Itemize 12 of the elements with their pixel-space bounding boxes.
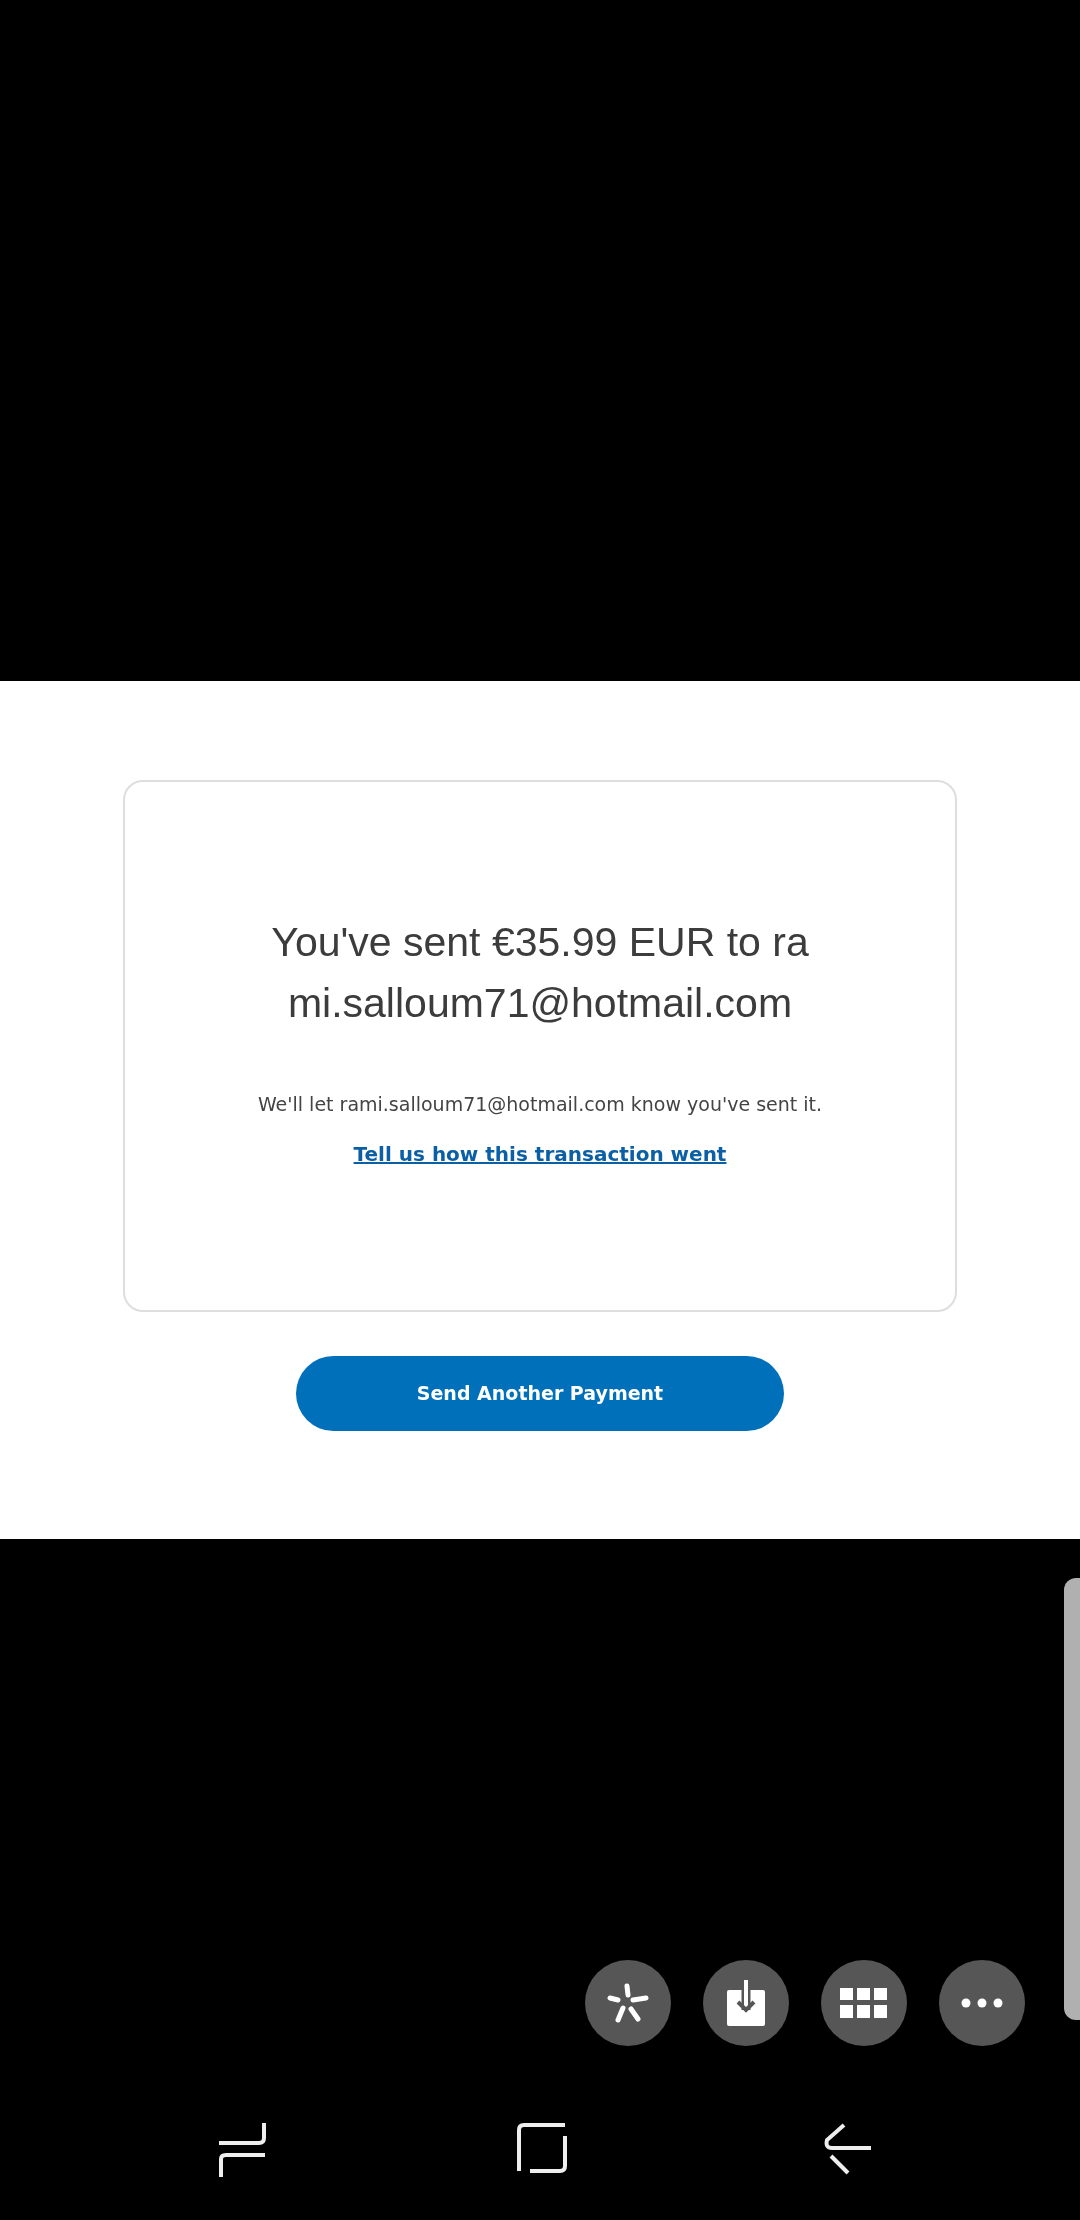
recent-apps-icon[interactable] xyxy=(219,2123,267,2177)
download-icon xyxy=(727,1980,765,2026)
grid-icon xyxy=(840,1988,888,2018)
confirmation-heading: You've sent €35.99 EUR to rami.salloum71@hotmail.com xyxy=(270,918,810,1028)
feedback-link[interactable]: Tell us how this transaction went xyxy=(353,1138,727,1169)
more-icon xyxy=(961,1998,1003,2008)
scrollbar-handle[interactable] xyxy=(1064,1578,1080,2020)
back-icon[interactable] xyxy=(824,2123,872,2175)
notification-message: We'll let rami.salloum71@hotmail.com know you've sent it. xyxy=(257,1092,823,1117)
send-another-payment-button[interactable]: Send Another Payment xyxy=(296,1356,784,1431)
sparkle-icon xyxy=(607,1982,649,2024)
home-icon[interactable] xyxy=(517,2123,567,2173)
